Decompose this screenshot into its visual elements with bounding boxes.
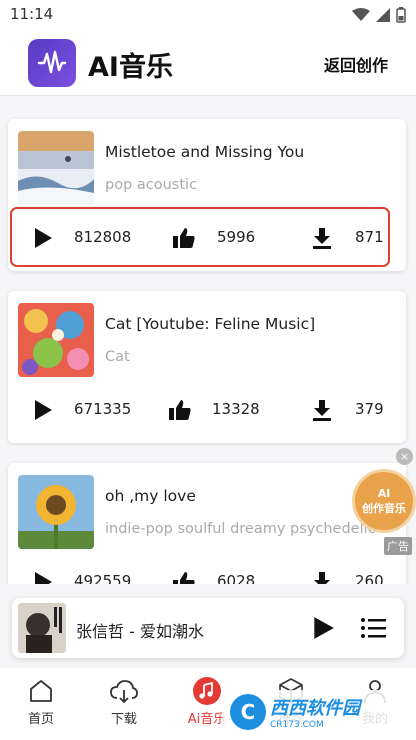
song-tags: pop acoustic: [105, 177, 198, 193]
sound-wave-icon: [37, 50, 67, 74]
app-logo: [28, 39, 76, 87]
status-icons: [352, 7, 406, 23]
play-button[interactable]: [30, 226, 54, 250]
download-count: 379: [355, 400, 384, 418]
ad-line1: AI: [377, 486, 391, 500]
home-icon: [30, 680, 52, 702]
like-button[interactable]: [168, 398, 192, 422]
tab-label: 首页: [27, 712, 54, 727]
now-playing-cover: [18, 603, 66, 653]
song-title[interactable]: Cat [Youtube: Feline Music]: [105, 315, 315, 333]
site-watermark: C 西西软件园 CR173.COM: [222, 690, 412, 734]
tab-label: 下载: [110, 712, 137, 727]
signal-icon: [376, 8, 390, 22]
play-count: 812808: [74, 228, 132, 246]
ad-close-button[interactable]: ×: [396, 448, 413, 465]
wifi-icon: [352, 8, 370, 21]
download-button[interactable]: [310, 226, 334, 250]
download-count: 260: [355, 572, 384, 584]
tab-download[interactable]: 下载: [89, 676, 159, 727]
battery-icon: [396, 7, 406, 23]
like-count: 5996: [217, 228, 256, 246]
song-cover: [18, 131, 94, 205]
player-play-button[interactable]: [310, 615, 336, 641]
song-card[interactable]: Cat [Youtube: Feline Music] Cat 671335 1…: [8, 291, 406, 443]
song-stats: 812808 5996 871: [8, 209, 406, 267]
download-count: 871: [355, 228, 384, 246]
song-tags: indie-pop soulful dreamy psychedelic: [105, 521, 376, 537]
mini-player[interactable]: 张信哲 - 爱如潮水: [12, 598, 404, 658]
play-count: 671335: [74, 400, 132, 418]
cloud-download-icon: [110, 680, 138, 704]
song-cover: [18, 303, 94, 377]
ad-line2: 创作音乐: [362, 501, 406, 515]
ai-create-music-ad[interactable]: AI 创作音乐: [352, 469, 416, 533]
music-note-icon: [193, 677, 221, 705]
watermark-text: 西西软件园: [270, 698, 360, 719]
song-stats: 492559 6028 260: [8, 553, 406, 584]
song-card[interactable]: oh ,my love indie-pop soulful dreamy psy…: [8, 463, 406, 584]
status-time: 11:14: [10, 5, 54, 23]
now-playing-title: 张信哲 - 爱如潮水: [76, 622, 204, 641]
status-bar: 11:14: [0, 0, 416, 30]
like-count: 6028: [217, 572, 256, 584]
ad-label: 广告: [384, 537, 412, 555]
song-cover: [18, 475, 94, 549]
song-title[interactable]: Mistletoe and Missing You: [105, 143, 304, 161]
tab-home[interactable]: 首页: [6, 676, 76, 727]
download-button[interactable]: [310, 570, 334, 584]
song-title[interactable]: oh ,my love: [105, 487, 196, 505]
page-title: AI音乐: [88, 52, 173, 83]
app-header: AI音乐 返回创作: [0, 30, 416, 96]
back-to-create-button[interactable]: 返回创作: [324, 52, 388, 76]
play-count: 492559: [74, 572, 132, 584]
like-button[interactable]: [172, 570, 196, 584]
download-button[interactable]: [310, 398, 334, 422]
play-button[interactable]: [30, 398, 54, 422]
playlist-button[interactable]: [360, 616, 386, 640]
watermark-logo: C: [230, 694, 266, 730]
song-stats: 671335 13328 379: [8, 381, 406, 439]
like-count: 13328: [212, 400, 260, 418]
play-button[interactable]: [30, 570, 54, 584]
watermark-domain: CR173.COM: [270, 720, 324, 730]
like-button[interactable]: [172, 226, 196, 250]
song-card[interactable]: Mistletoe and Missing You pop acoustic 8…: [8, 119, 406, 271]
song-tags: Cat: [105, 349, 130, 365]
